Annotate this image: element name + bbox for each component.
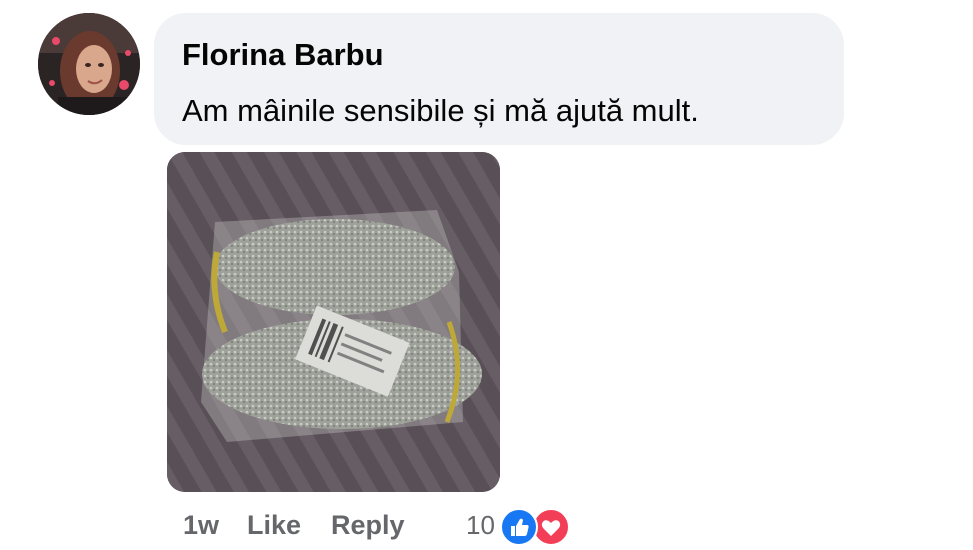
comment-thread: Florina Barbu Am mâinile sensibile și mă… (0, 0, 973, 550)
reactions-summary[interactable] (500, 508, 572, 546)
comment-photo[interactable] (167, 152, 500, 492)
avatar-image (38, 13, 140, 115)
like-icon (500, 508, 538, 546)
comment-author[interactable]: Florina Barbu (182, 37, 816, 73)
photo-content (167, 152, 500, 492)
like-button[interactable]: Like (247, 510, 301, 541)
comment-timestamp[interactable]: 1w (183, 510, 219, 541)
reply-button[interactable]: Reply (331, 510, 405, 541)
comment-text: Am mâinile sensibile și mă ajută mult. (182, 93, 699, 128)
reaction-count[interactable]: 10 (466, 510, 495, 541)
comment-bubble: Florina Barbu Am mâinile sensibile și mă… (154, 13, 844, 145)
avatar[interactable] (38, 13, 140, 115)
comment-actions: 1w Like Reply 10 (0, 508, 973, 548)
